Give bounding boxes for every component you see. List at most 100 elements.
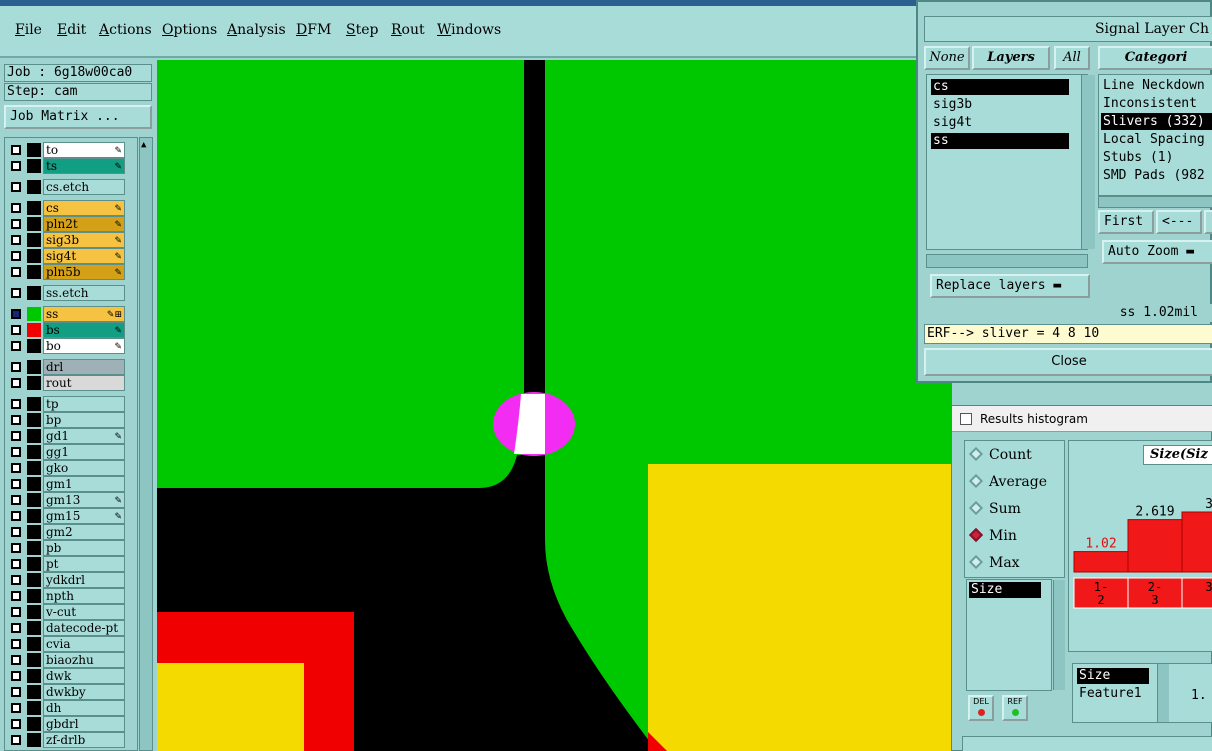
layer-color-swatch[interactable] <box>27 233 41 247</box>
layer-name[interactable]: zf-drlb <box>43 732 125 748</box>
layer-color-swatch[interactable] <box>27 589 41 603</box>
layer-checkbox[interactable] <box>11 623 21 633</box>
layer-checkbox[interactable] <box>11 543 21 553</box>
slc-layer-item[interactable]: sig4t <box>931 115 1069 131</box>
layer-color-swatch[interactable] <box>27 653 41 667</box>
layer-row[interactable]: datecode-pt <box>5 620 137 636</box>
layer-row[interactable]: ts ✎ <box>5 158 137 174</box>
layer-checkbox[interactable] <box>11 251 21 261</box>
layer-checkbox[interactable] <box>11 267 21 277</box>
layer-row[interactable]: gd1 ✎ <box>5 428 137 444</box>
layer-row[interactable]: ss ✎⊞ <box>5 306 137 322</box>
layer-checkbox[interactable] <box>11 161 21 171</box>
menu-actions[interactable]: Actions <box>99 22 152 38</box>
layer-color-swatch[interactable] <box>27 461 41 475</box>
layer-row[interactable]: v-cut <box>5 604 137 620</box>
layer-row[interactable]: sig3b ✎ <box>5 232 137 248</box>
category-item[interactable]: Line Neckdown <box>1101 77 1212 94</box>
layer-row[interactable]: ydkdrl <box>5 572 137 588</box>
layer-checkbox[interactable] <box>11 511 21 521</box>
layer-checkbox[interactable] <box>11 495 21 505</box>
layer-checkbox[interactable] <box>11 415 21 425</box>
layer-checkbox[interactable] <box>11 235 21 245</box>
menu-edit[interactable]: Edit <box>57 22 86 38</box>
layer-color-swatch[interactable] <box>27 573 41 587</box>
layer-color-swatch[interactable] <box>27 376 41 390</box>
job-matrix-button[interactable]: Job Matrix ... <box>4 105 152 129</box>
layer-row[interactable]: biaozhu <box>5 652 137 668</box>
categories-tab[interactable]: Categori <box>1098 46 1212 70</box>
layer-row[interactable]: dh <box>5 700 137 716</box>
auto-zoom-select[interactable]: Auto Zoom ▬ <box>1102 240 1212 264</box>
layer-name[interactable]: pb <box>43 540 125 556</box>
layer-name[interactable]: gm1 <box>43 476 125 492</box>
layer-checkbox[interactable] <box>11 575 21 585</box>
mode-count-radio[interactable]: Count <box>968 444 1032 466</box>
layer-color-swatch[interactable] <box>27 445 41 459</box>
layer-name[interactable]: pln5b ✎ <box>43 264 125 280</box>
layer-color-swatch[interactable] <box>27 397 41 411</box>
layer-checkbox[interactable] <box>11 639 21 649</box>
layer-color-swatch[interactable] <box>27 637 41 651</box>
category-item[interactable]: Stubs (1) <box>1101 149 1212 166</box>
layer-color-swatch[interactable] <box>27 717 41 731</box>
layer-row[interactable]: gm15 ✎ <box>5 508 137 524</box>
layer-color-swatch[interactable] <box>27 201 41 215</box>
layer-checkbox[interactable] <box>11 431 21 441</box>
layer-color-swatch[interactable] <box>27 413 41 427</box>
slc-layer-item[interactable]: ss <box>931 133 1069 149</box>
layer-name[interactable]: tp <box>43 396 125 412</box>
layer-checkbox[interactable] <box>11 341 21 351</box>
slc-category-hscrollbar[interactable] <box>1098 196 1212 208</box>
layer-row[interactable]: gg1 <box>5 444 137 460</box>
layer-row[interactable]: pln2t ✎ <box>5 216 137 232</box>
slc-layer-hscrollbar[interactable] <box>926 254 1088 268</box>
layer-name[interactable]: gko <box>43 460 125 476</box>
scroll-up-icon[interactable]: ▲ <box>141 140 146 150</box>
feature-list-item[interactable]: Feature1 <box>1077 686 1142 702</box>
mode-average-radio[interactable]: Average <box>968 471 1047 493</box>
layer-row[interactable]: gko <box>5 460 137 476</box>
layer-color-swatch[interactable] <box>27 733 41 747</box>
layers-tab[interactable]: Layers <box>972 46 1050 70</box>
layer-row[interactable]: cs ✎ <box>5 200 137 216</box>
layer-row[interactable]: bo ✎ <box>5 338 137 354</box>
layer-color-swatch[interactable] <box>27 249 41 263</box>
layer-color-swatch[interactable] <box>27 307 41 321</box>
layer-checkbox[interactable] <box>11 288 21 298</box>
layer-color-swatch[interactable] <box>27 143 41 157</box>
layer-checkbox[interactable] <box>11 463 21 473</box>
layer-row[interactable]: dwk <box>5 668 137 684</box>
layer-name[interactable]: dh <box>43 700 125 716</box>
ref-button[interactable]: REF <box>1002 695 1028 721</box>
next-button[interactable] <box>1204 210 1212 234</box>
size-list-scrollbar[interactable] <box>1053 580 1065 690</box>
mode-max-radio[interactable]: Max <box>968 552 1020 574</box>
layer-name[interactable]: cs ✎ <box>43 200 125 216</box>
layer-name[interactable]: sig3b ✎ <box>43 232 125 248</box>
layer-name[interactable]: gg1 <box>43 444 125 460</box>
layer-row[interactable]: zf-drlb <box>5 732 137 748</box>
layer-row[interactable]: tp <box>5 396 137 412</box>
layer-color-swatch[interactable] <box>27 265 41 279</box>
category-item[interactable]: Local Spacing <box>1101 131 1212 148</box>
layer-checkbox[interactable] <box>11 447 21 457</box>
layer-color-swatch[interactable] <box>27 541 41 555</box>
layer-row[interactable]: cs.etch <box>5 179 137 195</box>
layer-name[interactable]: gm15 ✎ <box>43 508 125 524</box>
mode-min-radio[interactable]: Min <box>968 525 1017 547</box>
layer-checkbox[interactable] <box>11 527 21 537</box>
layer-name[interactable]: ydkdrl <box>43 572 125 588</box>
layer-name[interactable]: ss.etch <box>43 285 125 301</box>
layer-name[interactable]: gm13 ✎ <box>43 492 125 508</box>
layer-list-scrollbar[interactable]: ▲ <box>139 137 153 751</box>
layer-row[interactable]: dwkby <box>5 684 137 700</box>
layer-name[interactable]: cvia <box>43 636 125 652</box>
menu-windows[interactable]: Windows <box>437 22 501 38</box>
layer-row[interactable]: drl <box>5 359 137 375</box>
layer-row[interactable]: cvia <box>5 636 137 652</box>
menu-step[interactable]: Step <box>346 22 378 38</box>
layer-name[interactable]: pt <box>43 556 125 572</box>
layer-color-swatch[interactable] <box>27 669 41 683</box>
layer-color-swatch[interactable] <box>27 557 41 571</box>
